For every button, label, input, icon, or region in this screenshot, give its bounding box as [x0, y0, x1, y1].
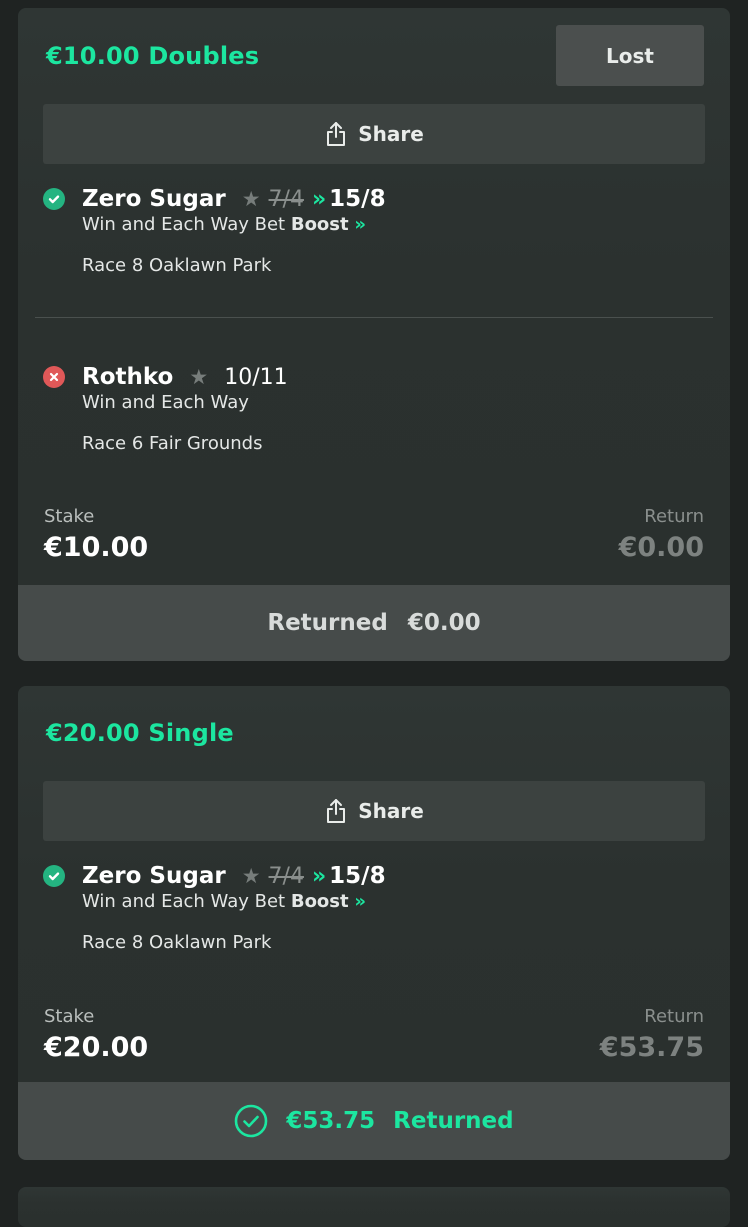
share-button[interactable]: Share	[43, 781, 705, 841]
return-label: Return	[644, 1006, 704, 1027]
boosted-odds: 15/8	[329, 186, 386, 212]
returned-amount: €0.00	[407, 610, 481, 636]
star-icon[interactable]: ★	[189, 365, 208, 389]
race-name: Race 8 Oaklawn Park	[82, 255, 272, 276]
boost-prefix: Bet	[254, 891, 286, 912]
returned-label: Returned	[393, 1108, 514, 1134]
x-circle-icon	[43, 366, 65, 388]
status-lost-button[interactable]: Lost	[556, 25, 704, 86]
odds: 10/11	[224, 364, 288, 390]
old-odds: 7/4	[268, 863, 304, 889]
race-name: Race 8 Oaklawn Park	[82, 932, 272, 953]
boosted-odds: 15/8	[329, 863, 386, 889]
check-circle-icon	[43, 188, 65, 210]
return-value: €0.00	[618, 532, 704, 563]
returned-footer: Returned €0.00	[18, 585, 730, 661]
double-chevron-right-icon: »	[354, 214, 366, 235]
share-button[interactable]: Share	[43, 104, 705, 164]
bet-card-next	[18, 1187, 730, 1227]
star-icon[interactable]: ★	[242, 187, 261, 211]
market-line: Win and Each Way Bet Boost »	[82, 214, 705, 235]
returned-label: Returned	[267, 610, 388, 636]
double-chevron-right-icon: »	[354, 891, 366, 912]
selection-name: Zero Sugar	[82, 863, 226, 889]
boost-word: Boost	[290, 891, 349, 912]
share-label: Share	[358, 122, 424, 146]
share-icon	[327, 799, 346, 823]
old-odds: 7/4	[268, 186, 304, 212]
selection-zero-sugar: Zero Sugar ★ 7/4 » 15/8 Win and Each Way…	[43, 184, 705, 276]
star-icon[interactable]: ★	[242, 864, 261, 888]
market-type: Win and Each Way	[82, 392, 249, 413]
bet-card-single: €20.00 Single Share Zero Sugar ★ 7/4 » 1…	[18, 686, 730, 1160]
double-chevron-right-icon: »	[311, 863, 326, 889]
bet-title: €20.00 Single	[46, 719, 234, 747]
stake-label: Stake	[44, 506, 95, 527]
stake-label: Stake	[44, 1006, 95, 1027]
selection-rothko: Rothko ★ 10/11 Win and Each Way Race 6 F…	[43, 362, 705, 454]
divider	[35, 317, 713, 318]
return-value: €53.75	[599, 1032, 704, 1063]
share-label: Share	[358, 799, 424, 823]
bet-card-doubles: €10.00 Doubles Lost Share Zero Sugar ★ 7…	[18, 8, 730, 661]
stake-value: €20.00	[44, 1032, 149, 1063]
market-type: Win and Each Way	[82, 214, 249, 235]
check-circle-icon	[235, 1104, 268, 1138]
selection-zero-sugar: Zero Sugar ★ 7/4 » 15/8 Win and Each Way…	[43, 861, 705, 953]
race-name: Race 6 Fair Grounds	[82, 433, 263, 454]
returned-footer: €53.75 Returned	[18, 1082, 730, 1160]
selection-name: Zero Sugar	[82, 186, 226, 212]
check-circle-icon	[43, 865, 65, 887]
share-icon	[327, 122, 346, 146]
market-line: Win and Each Way Bet Boost »	[82, 891, 705, 912]
boost-word: Boost	[290, 214, 349, 235]
returned-amount: €53.75	[286, 1108, 376, 1134]
return-label: Return	[644, 506, 704, 527]
selection-name: Rothko	[82, 364, 174, 390]
double-chevron-right-icon: »	[311, 186, 326, 212]
stake-value: €10.00	[44, 532, 149, 563]
boost-prefix: Bet	[254, 214, 286, 235]
market-type: Win and Each Way	[82, 891, 249, 912]
bet-title: €10.00 Doubles	[46, 42, 260, 70]
